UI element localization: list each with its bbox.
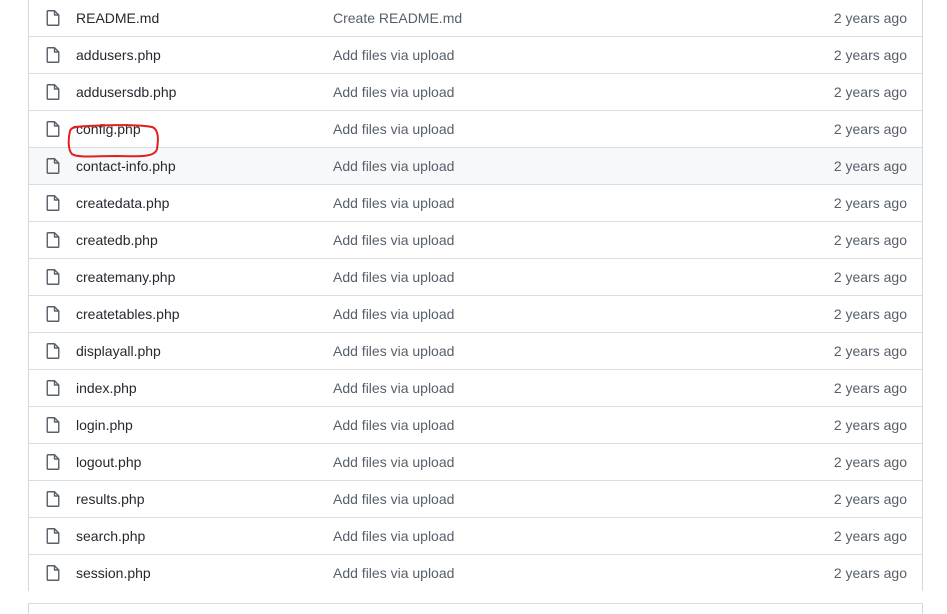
file-icon [46, 491, 60, 507]
file-icon [46, 10, 60, 26]
commit-age: 2 years ago [833, 232, 907, 248]
commit-message-link[interactable]: Add files via upload [333, 121, 454, 137]
file-row[interactable]: results.php Add files via upload 2 years… [29, 480, 922, 517]
file-name-link[interactable]: index.php [76, 380, 137, 396]
file-row[interactable]: createmany.php Add files via upload 2 ye… [29, 258, 922, 295]
file-row[interactable]: index.php Add files via upload 2 years a… [29, 369, 922, 406]
file-name-link[interactable]: displayall.php [76, 343, 161, 359]
file-name-link[interactable]: createmany.php [76, 269, 175, 285]
file-list-continuation [28, 603, 923, 614]
file-name-link[interactable]: addusersdb.php [76, 84, 176, 100]
commit-message-link[interactable]: Add files via upload [333, 158, 454, 174]
commit-message-link[interactable]: Add files via upload [333, 343, 454, 359]
file-row[interactable]: addusersdb.php Add files via upload 2 ye… [29, 73, 922, 110]
commit-age: 2 years ago [833, 121, 907, 137]
file-icon [46, 528, 60, 544]
commit-age: 2 years ago [833, 306, 907, 322]
commit-message-link[interactable]: Add files via upload [333, 380, 454, 396]
file-name-link[interactable]: addusers.php [76, 47, 161, 63]
commit-message-link[interactable]: Add files via upload [333, 84, 454, 100]
file-name-link[interactable]: createtables.php [76, 306, 180, 322]
file-row[interactable]: displayall.php Add files via upload 2 ye… [29, 332, 922, 369]
file-name-link[interactable]: logout.php [76, 454, 141, 470]
commit-age: 2 years ago [833, 84, 907, 100]
file-icon [46, 269, 60, 285]
file-row[interactable]: config.php Add files via upload 2 years … [29, 110, 922, 147]
file-name-link[interactable]: session.php [76, 565, 151, 581]
file-icon [46, 306, 60, 322]
file-row[interactable]: logout.php Add files via upload 2 years … [29, 443, 922, 480]
commit-age: 2 years ago [833, 269, 907, 285]
commit-age: 2 years ago [833, 10, 907, 26]
commit-age: 2 years ago [833, 343, 907, 359]
file-name-link[interactable]: config.php [76, 121, 141, 137]
file-icon [46, 417, 60, 433]
commit-age: 2 years ago [833, 417, 907, 433]
commit-age: 2 years ago [833, 195, 907, 211]
file-icon [46, 380, 60, 396]
commit-age: 2 years ago [833, 528, 907, 544]
commit-message-link[interactable]: Create README.md [333, 10, 462, 26]
file-icon [46, 195, 60, 211]
file-name-link[interactable]: README.md [76, 10, 159, 26]
file-icon [46, 84, 60, 100]
file-name-link[interactable]: createdb.php [76, 232, 158, 248]
commit-message-link[interactable]: Add files via upload [333, 417, 454, 433]
file-icon [46, 47, 60, 63]
commit-message-link[interactable]: Add files via upload [333, 195, 454, 211]
file-row[interactable]: login.php Add files via upload 2 years a… [29, 406, 922, 443]
file-row[interactable]: createdata.php Add files via upload 2 ye… [29, 184, 922, 221]
file-list: README.md Create README.md 2 years ago a… [28, 0, 923, 591]
commit-message-link[interactable]: Add files via upload [333, 491, 454, 507]
commit-message-link[interactable]: Add files via upload [333, 232, 454, 248]
commit-age: 2 years ago [833, 491, 907, 507]
commit-age: 2 years ago [833, 380, 907, 396]
file-row[interactable]: createdb.php Add files via upload 2 year… [29, 221, 922, 258]
commit-age: 2 years ago [833, 47, 907, 63]
file-name-link[interactable]: results.php [76, 491, 144, 507]
commit-message-link[interactable]: Add files via upload [333, 47, 454, 63]
commit-message-link[interactable]: Add files via upload [333, 528, 454, 544]
file-name-link[interactable]: contact-info.php [76, 158, 176, 174]
file-icon [46, 158, 60, 174]
commit-message-link[interactable]: Add files via upload [333, 565, 454, 581]
file-icon [46, 565, 60, 581]
commit-age: 2 years ago [833, 158, 907, 174]
commit-message-link[interactable]: Add files via upload [333, 454, 454, 470]
commit-age: 2 years ago [833, 454, 907, 470]
file-icon [46, 121, 60, 137]
file-icon [46, 232, 60, 248]
file-row[interactable]: createtables.php Add files via upload 2 … [29, 295, 922, 332]
commit-message-link[interactable]: Add files via upload [333, 269, 454, 285]
file-row[interactable]: search.php Add files via upload 2 years … [29, 517, 922, 554]
file-icon [46, 454, 60, 470]
commit-message-link[interactable]: Add files via upload [333, 306, 454, 322]
file-row[interactable]: README.md Create README.md 2 years ago [29, 0, 922, 36]
file-row[interactable]: addusers.php Add files via upload 2 year… [29, 36, 922, 73]
file-name-link[interactable]: login.php [76, 417, 133, 433]
file-name-link[interactable]: createdata.php [76, 195, 169, 211]
file-row-hovered[interactable]: contact-info.php Add files via upload 2 … [29, 147, 922, 184]
file-row[interactable]: session.php Add files via upload 2 years… [29, 554, 922, 591]
commit-age: 2 years ago [833, 565, 907, 581]
file-icon [46, 343, 60, 359]
file-name-link[interactable]: search.php [76, 528, 145, 544]
